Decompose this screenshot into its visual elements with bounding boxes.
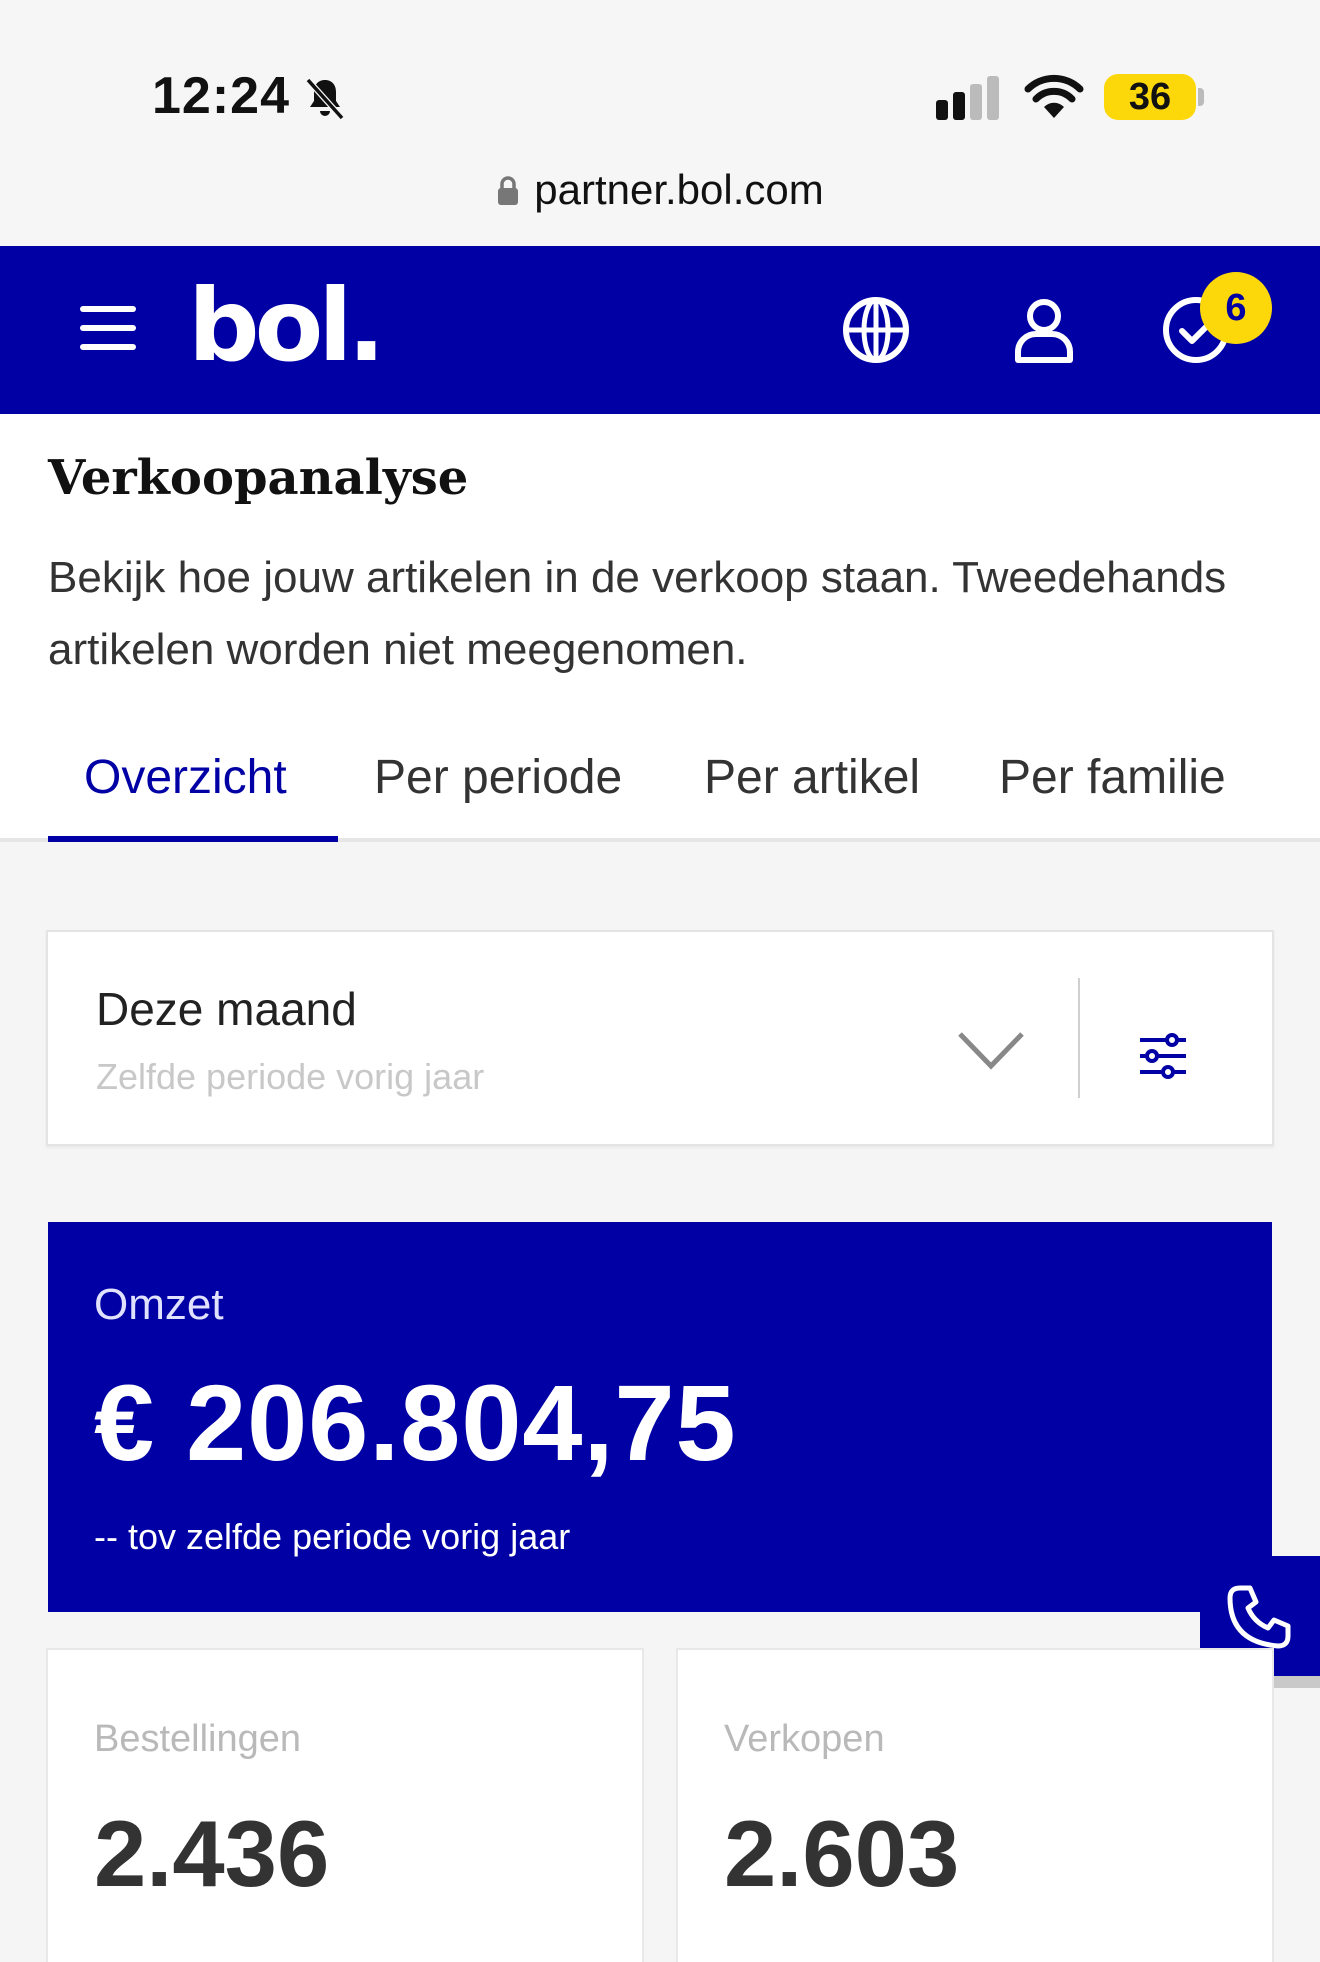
- omzet-label: Omzet: [94, 1280, 224, 1329]
- globe-icon[interactable]: [840, 294, 912, 366]
- sliders-icon[interactable]: [1138, 1032, 1188, 1080]
- stat-value: 2.603: [724, 1801, 960, 1906]
- notification-badge[interactable]: 6: [1200, 272, 1272, 344]
- stat-card-bestellingen: Bestellingen 2.436: [46, 1648, 644, 1962]
- stat-card-verkopen: Verkopen 2.603: [676, 1648, 1274, 1962]
- lock-icon: [498, 176, 519, 205]
- page-description: Bekijk hoe jouw artikelen in de verkoop …: [48, 553, 1227, 674]
- stat-label: Verkopen: [724, 1718, 885, 1760]
- url-text: partner.bol.com: [534, 166, 824, 213]
- filter-divider: [1078, 978, 1080, 1098]
- omzet-card: Omzet € 206.804,75 -- tov zelfde periode…: [48, 1222, 1272, 1612]
- battery-indicator: 36: [1104, 74, 1196, 120]
- page-title: Verkoopanalyse: [48, 450, 469, 506]
- cellular-signal-icon: [936, 76, 999, 120]
- status-time: 12:24: [152, 67, 290, 125]
- omzet-value: € 206.804,75: [94, 1362, 737, 1483]
- omzet-comparison: -- tov zelfde periode vorig jaar: [94, 1516, 571, 1557]
- bol-logo[interactable]: bol.: [188, 266, 386, 386]
- phone-icon: [1227, 1585, 1291, 1649]
- page-intro: Verkoopanalyse Bekijk hoe jouw artikelen…: [0, 414, 1320, 842]
- chevron-down-icon[interactable]: [956, 1028, 1026, 1072]
- comparison-period: Zelfde periode vorig jaar: [96, 1056, 485, 1097]
- menu-icon[interactable]: [80, 306, 136, 350]
- top-navigation: bol.: [0, 246, 1320, 414]
- period-select-value[interactable]: Deze maand: [96, 982, 357, 1036]
- user-icon[interactable]: [1008, 294, 1080, 366]
- stat-label: Bestellingen: [94, 1718, 302, 1760]
- wifi-icon: [1024, 74, 1084, 118]
- active-tab-indicator: [48, 836, 338, 842]
- period-filter[interactable]: Deze maand Zelfde periode vorig jaar: [46, 930, 1274, 1146]
- ios-status-bar: 12:24 36 partner.bol.com: [0, 0, 1320, 246]
- stat-value: 2.436: [94, 1801, 330, 1906]
- url-bar[interactable]: partner.bol.com: [0, 166, 1320, 214]
- bell-slash-icon: [305, 77, 345, 121]
- battery-cap: [1198, 88, 1204, 106]
